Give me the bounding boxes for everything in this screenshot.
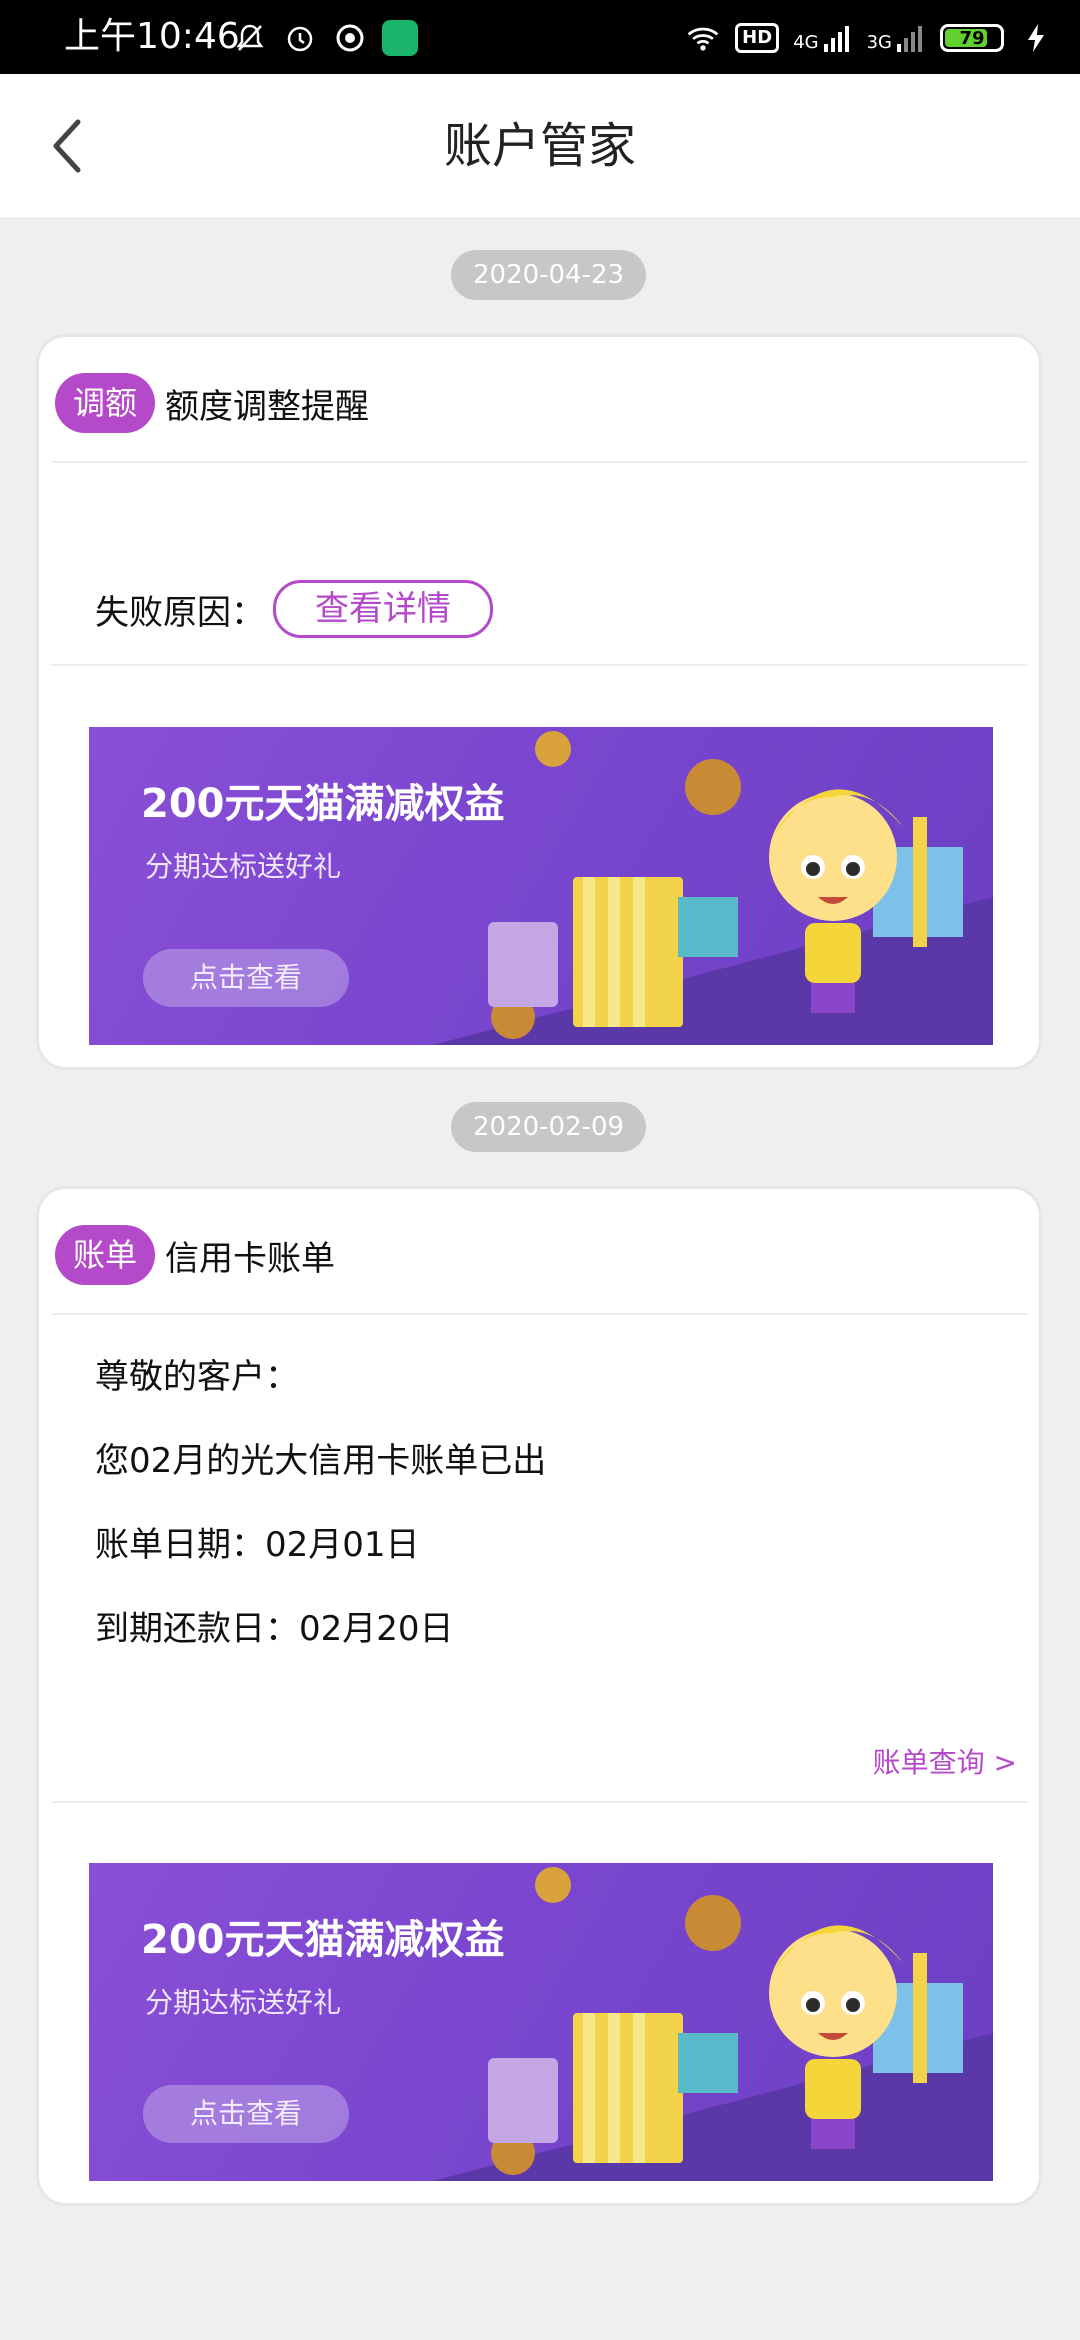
fail-reason-label: 失败原因： xyxy=(95,593,265,633)
banner-title: 200元天猫满减权益 xyxy=(141,781,505,827)
battery-percent: 79 xyxy=(959,27,985,49)
greeting-text: 尊敬的客户： xyxy=(95,1357,299,1397)
app-notification-icon xyxy=(382,20,418,56)
signal-4g-icon: 4G xyxy=(793,24,852,52)
net-label-3g: 3G xyxy=(866,32,892,53)
bill-query-link[interactable]: 账单查询 > xyxy=(873,1741,1017,1781)
wifi-icon xyxy=(685,20,721,56)
divider xyxy=(51,461,1027,463)
date-pill: 2020-04-23 xyxy=(451,250,647,300)
promo-banner[interactable]: 200元天猫满减权益 分期达标送好礼 点击查看 xyxy=(89,1863,993,2181)
vpn-icon xyxy=(332,20,368,56)
divider xyxy=(51,1801,1027,1803)
banner-view-button[interactable]: 点击查看 xyxy=(143,2085,349,2143)
charging-icon xyxy=(1018,20,1054,56)
banner-subtitle: 分期达标送好礼 xyxy=(145,1986,342,2019)
promo-banner[interactable]: 200元天猫满减权益 分期达标送好礼 点击查看 xyxy=(89,727,993,1045)
view-details-button[interactable]: 查看详情 xyxy=(273,580,493,638)
banner-illustration xyxy=(433,1867,993,2181)
divider xyxy=(51,664,1027,666)
signal-3g-icon: 3G xyxy=(867,24,926,52)
status-time: 上午10:46 xyxy=(64,16,240,57)
banner-subtitle: 分期达标送好礼 xyxy=(145,850,342,883)
status-right-icons: HD 4G 3G 79 xyxy=(685,18,1054,58)
message-title: 信用卡账单 xyxy=(165,1239,335,1279)
bill-notice-text: 您02月的光大信用卡账单已出 xyxy=(95,1441,547,1481)
due-date-text: 到期还款日：02月20日 xyxy=(95,1609,454,1649)
status-left-icons xyxy=(232,18,418,58)
date-pill: 2020-02-09 xyxy=(451,1102,647,1152)
hd-icon: HD xyxy=(735,23,780,53)
banner-view-button[interactable]: 点击查看 xyxy=(143,949,349,1007)
status-bar: 上午10:46 HD 4G 3G 79 xyxy=(0,0,1080,74)
page-title: 账户管家 xyxy=(443,118,636,174)
banner-title: 200元天猫满减权益 xyxy=(141,1917,505,1963)
divider xyxy=(51,1313,1027,1315)
mute-bell-icon xyxy=(232,20,268,56)
message-card-credit-adjust: 调额 额度调整提醒 失败原因： 查看详情 200元天猫满减权益 分期达标送好礼 … xyxy=(36,334,1042,1070)
bill-date-text: 账单日期：02月01日 xyxy=(95,1525,420,1565)
banner-illustration xyxy=(433,731,993,1045)
message-tag: 账单 xyxy=(55,1225,155,1285)
message-title: 额度调整提醒 xyxy=(165,387,369,427)
message-card-credit-bill: 账单 信用卡账单 尊敬的客户： 您02月的光大信用卡账单已出 账单日期：02月0… xyxy=(36,1186,1042,2206)
alarm-icon xyxy=(282,20,318,56)
message-tag: 调额 xyxy=(55,373,155,433)
app-header: 账户管家 xyxy=(0,74,1080,219)
battery-icon: 79 xyxy=(940,24,1004,52)
net-label-4g: 4G xyxy=(793,32,819,53)
